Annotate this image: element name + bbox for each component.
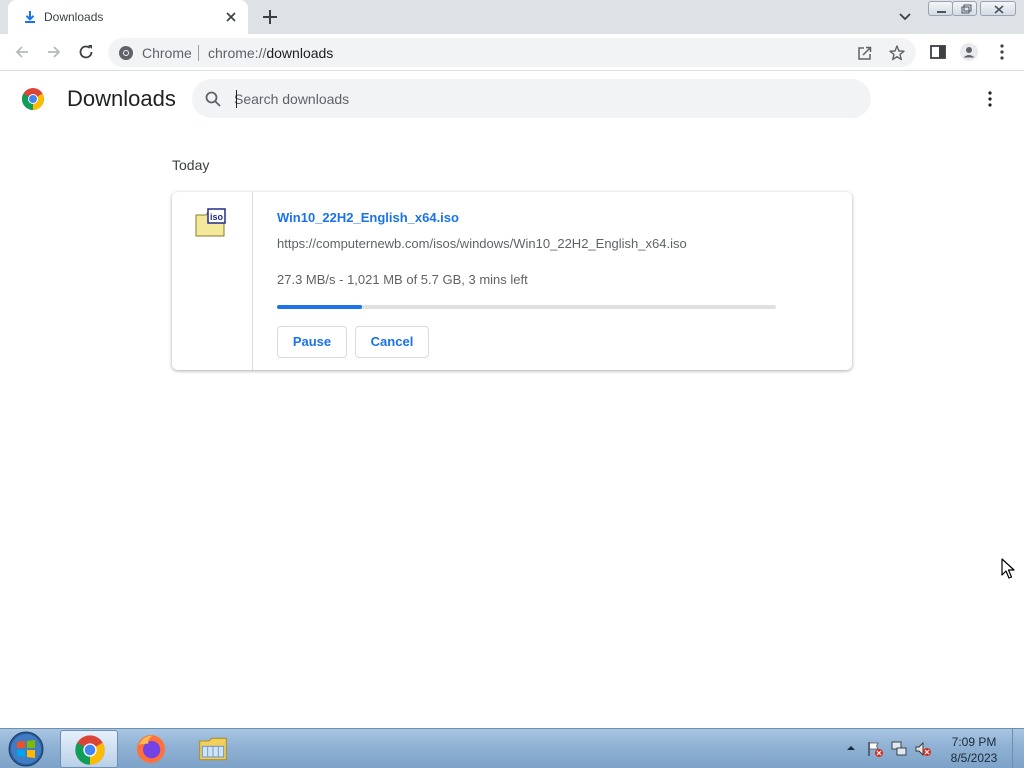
download-icon	[25, 11, 35, 23]
back-icon[interactable]	[12, 42, 32, 62]
chrome-icon	[75, 735, 105, 765]
browser-toolbar: Chrome chrome://downloads	[0, 34, 1024, 71]
clock-date: 8/5/2023	[950, 751, 998, 765]
restore-button[interactable]	[952, 1, 977, 16]
source-url[interactable]: https://computernewb.com/isos/windows/Wi…	[277, 236, 687, 251]
chrome-logo-icon	[22, 88, 44, 110]
show-hidden-icons-icon[interactable]	[846, 743, 856, 753]
more-actions-icon[interactable]	[980, 89, 1000, 109]
bookmark-star-icon[interactable]	[888, 44, 906, 62]
taskbar: 7:09 PM 8/5/2023	[0, 728, 1024, 768]
site-chip-label: Chrome	[142, 45, 192, 61]
browser-menu-icon[interactable]	[992, 42, 1012, 62]
taskbar-file-explorer[interactable]	[184, 730, 242, 768]
tab-search-chevron-icon[interactable]	[895, 8, 915, 26]
close-icon	[994, 5, 1004, 14]
date-group-label: Today	[172, 157, 210, 173]
action-center-flag-icon[interactable]	[866, 740, 884, 758]
close-tab-icon[interactable]	[222, 8, 240, 26]
network-icon[interactable]	[890, 740, 908, 758]
iso-icon-label: iso	[210, 212, 224, 222]
share-icon[interactable]	[856, 44, 874, 62]
search-input[interactable]	[234, 88, 834, 110]
taskbar-chrome[interactable]	[60, 730, 118, 768]
url-text[interactable]: chrome://downloads	[208, 45, 333, 61]
text-caret	[236, 90, 237, 108]
clock-time: 7:09 PM	[951, 735, 997, 749]
minimize-icon	[937, 11, 946, 13]
chip-divider	[198, 45, 199, 61]
firefox-icon	[137, 735, 165, 763]
file-icon-column: iso	[172, 192, 253, 370]
reload-icon[interactable]	[76, 42, 96, 62]
tab-strip: Downloads	[0, 0, 1024, 34]
tab-downloads[interactable]: Downloads	[8, 0, 248, 34]
address-bar[interactable]: Chrome chrome://downloads	[108, 38, 916, 67]
download-item: iso Win10_22H2_English_x64.iso https://c…	[172, 192, 852, 370]
url-scheme: chrome://	[208, 45, 267, 61]
forward-icon[interactable]	[44, 42, 64, 62]
pause-button[interactable]: Pause	[277, 326, 347, 358]
cancel-button[interactable]: Cancel	[355, 326, 429, 358]
iso-file-icon: iso	[195, 208, 226, 237]
progress-fill	[277, 305, 362, 309]
side-panel-icon[interactable]	[928, 42, 948, 62]
restore-icon	[961, 4, 972, 14]
file-name-link[interactable]: Win10_22H2_English_x64.iso	[277, 210, 459, 225]
profile-avatar-icon[interactable]	[959, 42, 979, 62]
download-status: 27.3 MB/s - 1,021 MB of 5.7 GB, 3 mins l…	[277, 272, 528, 287]
search-icon	[205, 91, 221, 107]
new-tab-icon[interactable]	[259, 6, 281, 28]
mouse-cursor-icon	[1001, 558, 1015, 579]
volume-muted-icon[interactable]	[914, 740, 932, 758]
url-host: downloads	[266, 45, 334, 61]
tab-title: Downloads	[44, 10, 104, 24]
progress-bar	[277, 305, 776, 309]
show-desktop-button[interactable]	[1012, 729, 1024, 768]
minimize-button[interactable]	[928, 1, 953, 16]
start-button-icon[interactable]	[6, 731, 46, 767]
file-explorer-icon	[199, 737, 227, 761]
system-clock[interactable]: 7:09 PM 8/5/2023	[944, 734, 1004, 766]
search-downloads-bar[interactable]	[192, 79, 871, 118]
taskbar-firefox[interactable]	[122, 730, 180, 768]
page-title: Downloads	[67, 86, 176, 111]
window-close-button[interactable]	[980, 1, 1016, 16]
chrome-site-icon	[119, 46, 133, 60]
